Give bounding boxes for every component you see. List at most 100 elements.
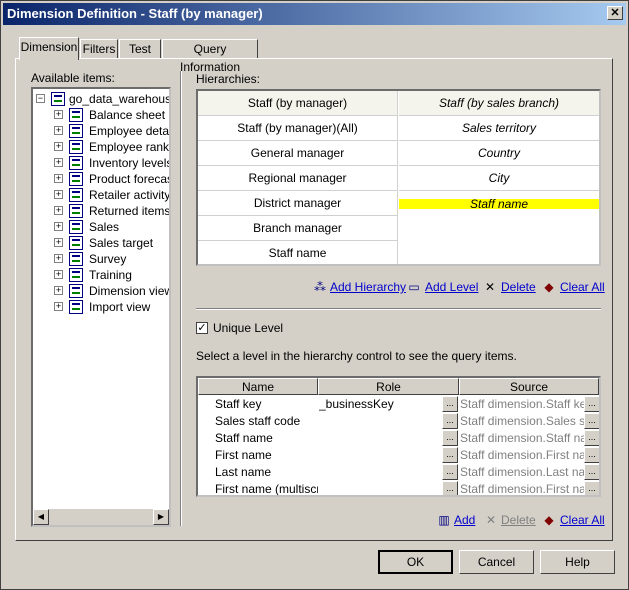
- clear-all-hierarchy-link[interactable]: Clear All: [560, 280, 605, 294]
- clear-all-icon[interactable]: ◆: [542, 281, 556, 293]
- tab-filters[interactable]: Filters: [80, 39, 118, 59]
- expand-icon[interactable]: +: [54, 222, 63, 231]
- hierarchy-level-cell[interactable]: Sales territory: [399, 116, 599, 141]
- hierarchy-level-cell[interactable]: Staff (by sales branch): [399, 91, 599, 116]
- namespace-icon: [69, 220, 83, 234]
- query-item-role[interactable]: _businessKey: [319, 396, 439, 413]
- tree-item-label: Employee rankin: [89, 140, 171, 154]
- add-query-item-link[interactable]: Add: [454, 513, 475, 527]
- hierarchy-level-cell[interactable]: Country: [399, 141, 599, 166]
- tree-item-label: Sales target: [89, 236, 154, 250]
- tree-item-label: Retailer activity: [89, 188, 171, 202]
- query-item-source[interactable]: Staff dimension.Sales staff code: [460, 413, 584, 430]
- delete-query-item-link[interactable]: Delete: [501, 513, 536, 527]
- expand-icon[interactable]: +: [54, 190, 63, 199]
- expand-icon[interactable]: +: [54, 270, 63, 279]
- query-item-name[interactable]: Staff name: [215, 430, 318, 447]
- expand-icon[interactable]: +: [54, 302, 63, 311]
- query-item-source[interactable]: Staff dimension.First name: [460, 447, 584, 464]
- source-browse-button[interactable]: ...: [584, 481, 599, 495]
- hierarchy-level-cell[interactable]: Staff name: [399, 198, 599, 210]
- query-item-source[interactable]: Staff dimension.Staff name: [460, 430, 584, 447]
- add-level-link[interactable]: Add Level: [425, 280, 478, 294]
- tab-query-information[interactable]: Query Information: [162, 39, 258, 74]
- expand-icon[interactable]: +: [54, 206, 63, 215]
- table-row[interactable]: Sales staff code... Staff dimension.Sales…: [198, 413, 599, 430]
- table-row[interactable]: Staff name...Staff dimension.Staff name.…: [198, 430, 599, 447]
- add-level-icon[interactable]: ▭: [407, 281, 421, 293]
- namespace-icon: [69, 268, 83, 282]
- tab-dimension[interactable]: Dimension: [19, 37, 79, 60]
- hierarchy-level-cell[interactable]: Branch manager: [198, 216, 398, 241]
- hierarchy-level-cell[interactable]: Staff (by manager): [198, 91, 398, 116]
- column-header-name[interactable]: Name: [198, 378, 318, 395]
- query-item-name[interactable]: Sales staff code: [215, 413, 318, 430]
- column-header-source[interactable]: Source: [459, 378, 599, 395]
- role-browse-button[interactable]: ...: [442, 447, 458, 463]
- query-item-source[interactable]: Staff dimension.Last name: [460, 464, 584, 481]
- table-row[interactable]: First name...Staff dimension.First name.…: [198, 447, 599, 464]
- role-browse-button[interactable]: ...: [442, 413, 458, 429]
- horizontal-divider: [196, 308, 601, 310]
- source-browse-button[interactable]: ...: [584, 396, 599, 412]
- expand-icon[interactable]: +: [54, 286, 63, 295]
- add-query-item-icon[interactable]: ▥: [437, 514, 451, 526]
- clear-all-query-link[interactable]: Clear All: [560, 513, 605, 527]
- delete-disabled-icon: ✕: [485, 513, 497, 527]
- source-browse-button[interactable]: ...: [584, 430, 599, 446]
- namespace-icon: [69, 236, 83, 250]
- expand-icon[interactable]: +: [54, 174, 63, 183]
- role-browse-button[interactable]: ...: [442, 481, 458, 495]
- query-item-name[interactable]: First name (multiscript): [215, 481, 318, 495]
- add-hierarchy-icon[interactable]: ⁂: [313, 281, 327, 293]
- column-header-role[interactable]: Role: [318, 378, 459, 395]
- delete-icon[interactable]: ✕: [483, 281, 497, 293]
- source-browse-button[interactable]: ...: [584, 413, 599, 429]
- role-browse-button[interactable]: ...: [442, 396, 458, 412]
- query-items-table[interactable]: Name Role Source Staff key _businessKey..…: [196, 376, 601, 497]
- query-item-name[interactable]: Last name: [215, 464, 318, 481]
- unique-level-checkbox[interactable]: ✓: [196, 322, 208, 334]
- cancel-button[interactable]: Cancel: [459, 550, 534, 574]
- collapse-icon[interactable]: −: [36, 94, 45, 103]
- horizontal-scrollbar[interactable]: ◀ ▶: [33, 509, 169, 525]
- hierarchy-level-cell[interactable]: Staff name: [198, 241, 398, 264]
- expand-icon[interactable]: +: [54, 238, 63, 247]
- query-item-source[interactable]: Staff dimension.First name (multiscript): [460, 481, 584, 495]
- scroll-left-arrow-icon[interactable]: ◀: [33, 509, 49, 525]
- source-browse-button[interactable]: ...: [584, 447, 599, 463]
- hierarchy-level-cell[interactable]: Staff (by manager)(All): [198, 116, 398, 141]
- close-button[interactable]: ✕: [607, 6, 623, 20]
- add-hierarchy-link[interactable]: Add Hierarchy: [330, 280, 406, 294]
- available-items-label: Available items:: [31, 71, 115, 85]
- namespace-icon: [69, 108, 83, 122]
- query-item-name[interactable]: First name: [215, 447, 318, 464]
- table-row[interactable]: Last name...Staff dimension.Last name...: [198, 464, 599, 481]
- hierarchy-level-cell[interactable]: General manager: [198, 141, 398, 166]
- unique-level-label: Unique Level: [213, 321, 284, 335]
- table-row[interactable]: Staff key _businessKey... Staff dimension.…: [198, 396, 599, 413]
- query-item-name[interactable]: Staff key: [215, 396, 318, 413]
- help-button[interactable]: Help: [540, 550, 615, 574]
- clear-all-query-icon[interactable]: ◆: [542, 514, 556, 526]
- table-row[interactable]: First name (multiscript)...Staff dimensi…: [198, 481, 599, 495]
- tab-test[interactable]: Test: [119, 39, 161, 59]
- expand-icon[interactable]: +: [54, 110, 63, 119]
- expand-icon[interactable]: +: [54, 142, 63, 151]
- tree-item-label: Survey: [89, 252, 127, 266]
- expand-icon[interactable]: +: [54, 126, 63, 135]
- available-items-tree[interactable]: − go_data_warehouse + Balance sheet + Emplo…: [31, 87, 171, 527]
- expand-icon[interactable]: +: [54, 254, 63, 263]
- ok-button[interactable]: OK: [378, 550, 453, 574]
- hierarchy-level-cell[interactable]: Regional manager: [198, 166, 398, 191]
- role-browse-button[interactable]: ...: [442, 464, 458, 480]
- role-browse-button[interactable]: ...: [442, 430, 458, 446]
- source-browse-button[interactable]: ...: [584, 464, 599, 480]
- delete-hierarchy-link[interactable]: Delete: [501, 280, 536, 294]
- expand-icon[interactable]: +: [54, 158, 63, 167]
- query-item-source[interactable]: Staff dimension.Staff key: [460, 396, 584, 413]
- hierarchy-grid[interactable]: Staff (by manager) Staff (by manager)(All…: [196, 89, 601, 266]
- hierarchy-level-cell[interactable]: District manager: [198, 191, 398, 216]
- hierarchy-level-cell[interactable]: City: [399, 166, 599, 191]
- scroll-right-arrow-icon[interactable]: ▶: [153, 509, 169, 525]
